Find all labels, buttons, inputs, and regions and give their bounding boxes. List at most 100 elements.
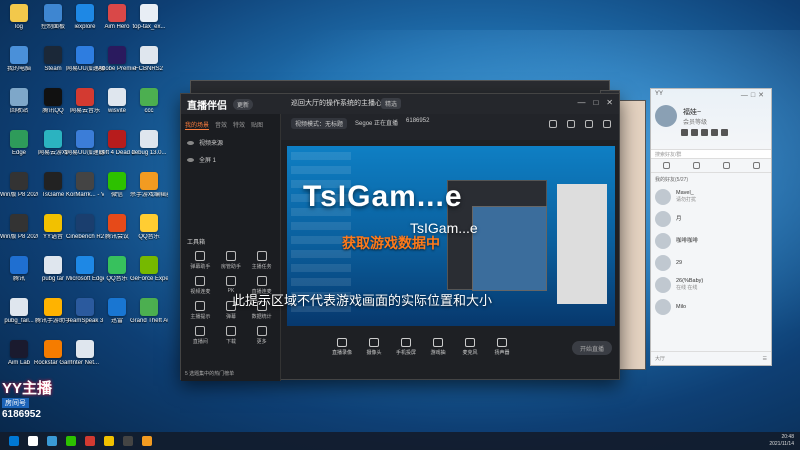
maximize-icon[interactable]: □ — [593, 98, 598, 107]
tab-sound[interactable]: 音效 — [215, 120, 227, 130]
desktop-icon[interactable]: Adobe Premie... — [98, 46, 136, 73]
taskbar-app-icon[interactable] — [142, 436, 152, 446]
desktop-icon[interactable]: Cinebench R20 — [66, 214, 104, 241]
list-item[interactable]: 咖啡咖啡 — [651, 230, 771, 252]
shortcut-icon[interactable] — [711, 129, 718, 136]
desktop-icon[interactable]: pubg tar — [36, 256, 70, 283]
tool-item[interactable]: 直播间 — [185, 326, 216, 345]
minimize-icon[interactable]: — — [577, 98, 585, 107]
system-clock[interactable]: 20:48 2021/11/14 — [769, 434, 794, 448]
tool-item[interactable]: 主播提示 — [185, 301, 216, 320]
desktop-icon[interactable]: Edge — [2, 130, 36, 157]
stream-control[interactable]: 扬声器 — [490, 338, 514, 356]
desktop-icon[interactable]: QQ音乐 — [100, 256, 134, 283]
menu-icon[interactable]: ☰ — [763, 356, 767, 362]
taskbar-app-icon[interactable] — [104, 436, 114, 446]
room-tag[interactable]: 精选 — [381, 98, 402, 109]
desktop-icon[interactable]: log — [2, 4, 36, 31]
history-tab-icon[interactable] — [752, 162, 760, 169]
update-badge[interactable]: 更新 — [233, 98, 254, 110]
tool-item[interactable]: 房管助手 — [216, 251, 247, 270]
start-live-button[interactable]: 开始直播 — [572, 341, 612, 355]
stream-control[interactable]: 麦克风 — [458, 338, 482, 356]
tab-stickers[interactable]: 贴图 — [251, 120, 263, 130]
tool-item[interactable]: 视频连麦 — [185, 276, 216, 295]
stream-control[interactable]: 游戏抽 — [426, 338, 450, 356]
desktop-icon[interactable]: 我的电脑 — [2, 46, 36, 73]
desktop-icon[interactable]: wisvite — [100, 88, 134, 115]
tool-item[interactable]: 更多 — [246, 326, 277, 345]
desktop-icon[interactable]: ccc — [132, 88, 166, 115]
desktop-icon[interactable]: Aim Lab — [2, 340, 36, 367]
groups-tab-icon[interactable] — [692, 162, 700, 169]
eye-icon[interactable] — [187, 157, 194, 162]
taskbar-app-icon[interactable] — [9, 436, 19, 446]
desktop-icon[interactable]: 腾讯会议 — [100, 214, 134, 241]
tool-item[interactable]: 主播任务 — [246, 251, 277, 270]
lobby-link[interactable]: 大厅 — [655, 355, 665, 362]
desktop-icon[interactable]: 腾讯 — [2, 256, 36, 283]
list-item[interactable]: 29 — [651, 252, 771, 274]
tab-effects[interactable]: 特效 — [233, 120, 245, 130]
chat-window[interactable]: YY —□✕ 福娃~ 会员等级 搜索好友/群 我的好友(5/27) Mavel_… — [650, 88, 772, 366]
settings-icon[interactable] — [585, 120, 593, 128]
sidebar-footer[interactable]: 5 选题集中的热门榜单 — [185, 370, 234, 377]
desktop-icon[interactable]: Rockstar Games... — [34, 340, 72, 367]
desktop-icon[interactable]: pubg_fail... — [2, 298, 36, 325]
taskbar-app-icon[interactable] — [123, 436, 133, 446]
desktop-icon[interactable]: FCBNRS2 — [132, 46, 166, 73]
desktop-icon[interactable]: 网易UU加速器 — [66, 130, 104, 157]
avatar[interactable] — [655, 105, 677, 127]
close-icon[interactable]: ✕ — [606, 98, 613, 107]
taskbar-app-icon[interactable] — [85, 436, 95, 446]
desktop-icon[interactable]: Grand Theft Auto V — [130, 298, 168, 325]
stream-control[interactable]: 手机投屏 — [394, 338, 418, 356]
desktop-icon[interactable]: 网易云游戏 — [36, 130, 70, 157]
desktop-icon[interactable]: 腾讯手游助手 — [35, 298, 71, 325]
shortcut-icon[interactable] — [691, 129, 698, 136]
tab-scenes[interactable]: 我的场景 — [185, 120, 210, 130]
desktop-icon[interactable]: 腾讯QQ — [36, 88, 70, 115]
channels-tab-icon[interactable] — [722, 162, 730, 169]
desktop-icon[interactable]: iexplore — [68, 4, 102, 31]
room-title[interactable]: 巡回大厅的操作系统的主播心得 — [291, 98, 389, 108]
stage-mode[interactable]: 视频模式：无标题 — [291, 118, 348, 129]
gift-icon[interactable] — [549, 120, 557, 128]
chat-window-controls[interactable]: —□✕ — [741, 91, 767, 99]
tool-item[interactable]: 弹幕助手 — [185, 251, 216, 270]
list-item[interactable]: Milo — [651, 296, 771, 318]
desktop-icon[interactable]: debug 13.0... — [131, 130, 167, 157]
stream-control[interactable]: 摄像头 — [362, 338, 386, 356]
desktop-icon[interactable]: 回收站 — [2, 88, 36, 115]
desktop-icon[interactable]: top-tax_ex... — [132, 4, 166, 31]
desktop-icon[interactable]: TeamSpeak 3 — [67, 298, 103, 325]
desktop-icon[interactable]: TsGame — [36, 172, 70, 199]
taskbar-app-icon[interactable] — [66, 436, 76, 446]
shortcut-icon[interactable] — [681, 129, 688, 136]
eye-icon[interactable] — [187, 140, 194, 145]
record-icon[interactable] — [567, 120, 575, 128]
desktop-icon[interactable]: 网易UU加速器 — [66, 46, 104, 73]
stream-control[interactable]: 直播录像 — [330, 338, 354, 356]
desktop-icon[interactable]: GeForce Experience — [130, 256, 168, 283]
desktop-icon[interactable]: 网易云音乐 — [68, 88, 102, 115]
scene-item[interactable]: 全屏 1 — [181, 151, 280, 168]
list-item[interactable]: Mavel_ 请勿打扰 — [651, 186, 771, 208]
friend-group-header[interactable]: 我的好友(5/27) — [651, 173, 771, 186]
desktop-icon[interactable]: 微信 — [100, 172, 134, 199]
desktop-icon[interactable]: Microsoft Edge — [66, 256, 104, 283]
desktop-icon[interactable]: 杀手游戏编辑器 — [130, 172, 168, 199]
desktop-icon[interactable]: KorMarrk... - Verreal... — [66, 172, 104, 199]
desktop-icon[interactable]: Left 4 Dead 2 — [99, 130, 135, 157]
taskbar-app-icon[interactable] — [47, 436, 57, 446]
friends-tab-icon[interactable] — [662, 162, 670, 169]
scene-item[interactable]: 视频来源 — [181, 134, 280, 151]
tool-item[interactable]: 下载 — [216, 326, 247, 345]
shortcut-icon[interactable] — [721, 129, 728, 136]
share-icon[interactable] — [603, 120, 611, 128]
desktop-icon[interactable]: QQ音乐 — [132, 214, 166, 241]
desktop-icon[interactable]: YY语音 — [36, 214, 70, 241]
list-item[interactable]: 月 — [651, 208, 771, 230]
shortcut-icon[interactable] — [701, 129, 708, 136]
desktop-icon[interactable]: Steam — [36, 46, 70, 73]
